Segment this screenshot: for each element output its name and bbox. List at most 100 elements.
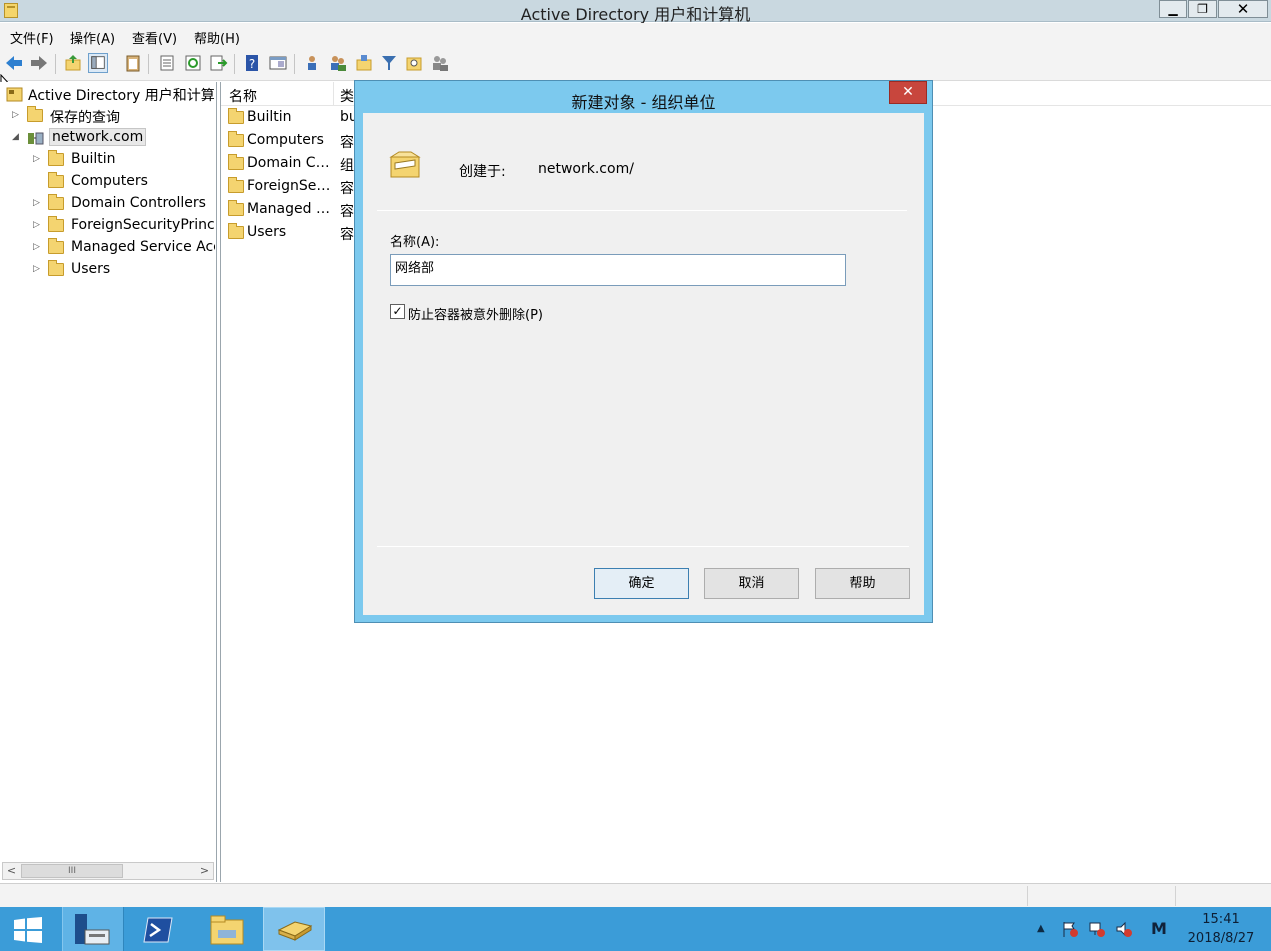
- new-user-icon[interactable]: [303, 53, 323, 73]
- tree-item-builtin[interactable]: ▷ Builtin: [0, 149, 215, 171]
- properties-icon[interactable]: [157, 53, 177, 73]
- aduc-taskbar-button[interactable]: [263, 907, 325, 951]
- powershell-icon: [143, 917, 173, 943]
- menu-action[interactable]: 操作(A): [70, 28, 115, 47]
- ou-folder-icon: [228, 154, 244, 170]
- list-item[interactable]: Domain Controllers 组织单位: [221, 153, 361, 176]
- minimize-button[interactable]: ▁: [1159, 0, 1187, 18]
- dialog-close-button[interactable]: ✕: [889, 81, 927, 104]
- expand-arrow-icon[interactable]: ▷: [12, 110, 19, 120]
- menu-file[interactable]: 文件(F): [10, 28, 54, 47]
- scroll-thumb[interactable]: III: [21, 864, 123, 878]
- tree-item-foreign-security[interactable]: ▷ ForeignSecurityPrincipals: [0, 215, 215, 237]
- expand-arrow-icon[interactable]: ▷: [33, 242, 40, 252]
- scroll-left-button[interactable]: <: [3, 863, 20, 879]
- help-button[interactable]: 帮助: [815, 568, 910, 599]
- tree-item-managed-service[interactable]: ▷ Managed Service Accounts: [0, 237, 215, 259]
- ok-button[interactable]: 确定: [594, 568, 689, 599]
- folder-icon: [27, 106, 43, 122]
- refresh-icon[interactable]: [183, 53, 203, 73]
- action-center-flag-icon[interactable]: [1061, 920, 1079, 938]
- list-item-name: ForeignSecurityPrincipals: [247, 178, 333, 194]
- tree-item-label: Builtin: [71, 151, 116, 167]
- expand-arrow-icon[interactable]: ▷: [33, 198, 40, 208]
- menu-view[interactable]: 查看(V): [132, 28, 177, 47]
- list-item[interactable]: ForeignSecurityPrincipals 容器: [221, 176, 361, 199]
- list-item[interactable]: Users 容器: [221, 222, 361, 245]
- folder-icon: [228, 223, 244, 239]
- tree-item-domain[interactable]: ◢ network.com: [0, 127, 215, 149]
- list-item-name: Builtin: [247, 109, 292, 125]
- tree-item-users[interactable]: ▷ Users: [0, 259, 215, 281]
- expand-arrow-icon[interactable]: ▷: [33, 220, 40, 230]
- show-hidden-icons-button[interactable]: ▲: [1037, 923, 1045, 934]
- list-item-name: Users: [247, 224, 287, 240]
- tree-horizontal-scrollbar[interactable]: < III >: [2, 862, 214, 880]
- protect-deletion-checkbox[interactable]: ✓: [390, 304, 405, 319]
- column-divider[interactable]: [333, 82, 334, 106]
- input-method-indicator[interactable]: M: [1151, 919, 1169, 939]
- new-ou-dialog: 新建对象 - 组织单位 ✕ 创建于: network.com/ 名称(A): ✓…: [354, 80, 933, 623]
- title-bar: Active Directory 用户和计算机 ▁ ❐ ✕: [0, 0, 1271, 24]
- menu-bar: 文件(F) 操作(A) 查看(V) 帮助(H): [0, 23, 1271, 47]
- menu-help[interactable]: 帮助(H): [194, 28, 240, 47]
- help-icon[interactable]: ?: [242, 53, 262, 73]
- expand-arrow-icon[interactable]: ▷: [33, 264, 40, 274]
- organizational-unit-icon: [389, 151, 421, 178]
- back-arrow-icon[interactable]: [4, 53, 24, 73]
- protect-deletion-label[interactable]: 防止容器被意外删除(P): [408, 304, 543, 323]
- tree-root[interactable]: Active Directory 用户和计算机: [0, 83, 215, 105]
- aduc-book-icon: [277, 921, 313, 941]
- windows-logo-icon: [14, 917, 42, 943]
- taskbar: ▲ M 15:41 2018/8/27: [0, 907, 1271, 951]
- new-group-icon[interactable]: [328, 53, 348, 73]
- new-ou-icon[interactable]: [354, 53, 374, 73]
- tree-item-label: 保存的查询: [50, 110, 120, 126]
- created-in-value: network.com/: [538, 161, 634, 177]
- start-button[interactable]: [0, 907, 62, 951]
- list-item[interactable]: Computers 容器: [221, 130, 361, 153]
- tree-item-label: Domain Controllers: [71, 195, 206, 211]
- folder-icon: [228, 177, 244, 193]
- server-manager-taskbar-button[interactable]: [62, 907, 124, 951]
- collapse-arrow-icon[interactable]: ◢: [12, 132, 19, 142]
- toolbar: ?: [0, 47, 1271, 81]
- tree-item-domain-controllers[interactable]: ▷ Domain Controllers: [0, 193, 215, 215]
- list-item[interactable]: Managed Service Accounts 容器: [221, 199, 361, 222]
- clock-time[interactable]: 15:41: [1186, 912, 1256, 927]
- console-tree-toggle[interactable]: [88, 53, 108, 73]
- list-item-name: Domain Controllers: [247, 155, 333, 171]
- tree-item-saved-queries[interactable]: ▷ 保存的查询: [0, 105, 215, 127]
- tree-item-computers[interactable]: Computers: [0, 171, 215, 193]
- status-bar: [0, 883, 1271, 907]
- restore-button[interactable]: ❐: [1188, 0, 1217, 18]
- list-item[interactable]: Builtin builtinDomain: [221, 107, 361, 130]
- find-icon[interactable]: [404, 53, 424, 73]
- column-header-type[interactable]: 类型: [340, 86, 354, 106]
- scroll-right-button[interactable]: >: [196, 863, 213, 879]
- status-divider: [1175, 886, 1176, 906]
- file-explorer-icon: [210, 915, 244, 945]
- up-folder-icon[interactable]: [63, 53, 83, 73]
- ou-folder-icon: [48, 194, 64, 210]
- name-input[interactable]: [390, 254, 846, 286]
- clock-date[interactable]: 2018/8/27: [1181, 931, 1261, 946]
- details-pane-icon[interactable]: [268, 53, 288, 73]
- add-to-group-icon[interactable]: [430, 53, 450, 73]
- cancel-button[interactable]: 取消: [704, 568, 799, 599]
- filter-icon[interactable]: [379, 53, 399, 73]
- forward-arrow-icon[interactable]: [29, 53, 49, 73]
- volume-muted-icon[interactable]: [1115, 920, 1133, 938]
- window-title: Active Directory 用户和计算机: [520, 5, 751, 24]
- tree-item-label: Managed Service Accounts: [71, 239, 215, 255]
- expand-arrow-icon[interactable]: ▷: [33, 154, 40, 164]
- export-list-icon[interactable]: [208, 53, 228, 73]
- close-window-button[interactable]: ✕: [1218, 0, 1268, 18]
- folder-icon: [228, 131, 244, 147]
- network-icon[interactable]: [1088, 920, 1106, 938]
- toolbar-separator: [148, 54, 149, 74]
- clipboard-icon[interactable]: [123, 53, 143, 73]
- powershell-taskbar-button[interactable]: [126, 907, 188, 951]
- column-header-name[interactable]: 名称: [229, 86, 257, 106]
- file-explorer-taskbar-button[interactable]: [196, 907, 258, 951]
